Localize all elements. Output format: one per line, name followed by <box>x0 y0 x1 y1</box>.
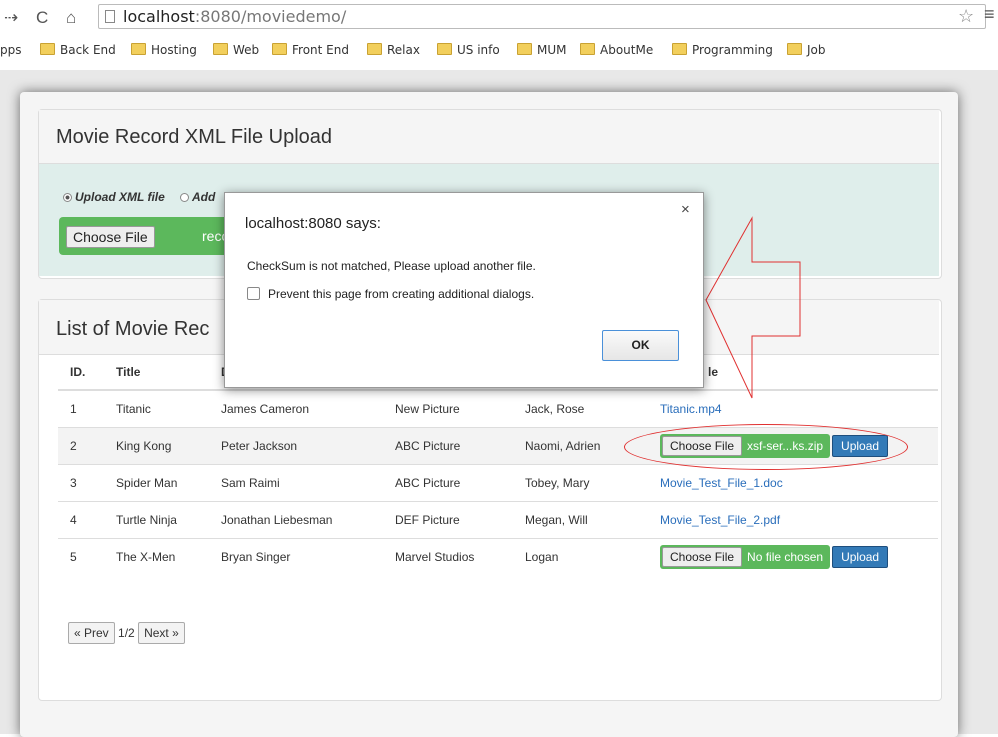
cell-director: James Cameron <box>209 389 383 428</box>
bookmark-hosting[interactable]: Hosting <box>131 43 197 57</box>
cell-file: Titanic.mp4 <box>648 389 938 428</box>
checkbox-icon <box>247 287 260 300</box>
cell-studio: ABC Picture <box>383 427 513 465</box>
radio-selected-icon <box>63 193 72 202</box>
cell-director: Bryan Singer <box>209 538 383 575</box>
cell-studio: New Picture <box>383 389 513 428</box>
cell-cast: Megan, Will <box>513 501 648 539</box>
cell-title: The X-Men <box>104 538 209 575</box>
choose-file-button[interactable]: Choose File <box>662 547 743 567</box>
bookmark-web[interactable]: Web <box>213 43 259 57</box>
cell-cast: Jack, Rose <box>513 389 648 428</box>
page-indicator: 1/2 <box>118 626 135 640</box>
home-icon[interactable]: ⌂ <box>66 8 76 28</box>
cell-id: 1 <box>58 389 104 428</box>
cell-title: King Kong <box>104 427 209 465</box>
col-title: Title <box>104 355 209 391</box>
folder-icon <box>517 43 532 55</box>
row-file-input[interactable]: Choose File No file chosen <box>660 545 831 569</box>
close-icon[interactable]: × <box>681 201 690 218</box>
folder-icon <box>672 43 687 55</box>
table-row: 3 Spider Man Sam Raimi ABC Picture Tobey… <box>58 464 938 502</box>
reload-icon[interactable]: C <box>36 8 48 28</box>
list-panel-title: List of Movie Rec <box>56 318 210 340</box>
cell-studio: Marvel Studios <box>383 538 513 575</box>
bookmark-us-info[interactable]: US info <box>437 43 500 57</box>
bookmark-star-icon[interactable]: ☆ <box>958 6 974 27</box>
annotation-ellipse <box>624 424 908 470</box>
pagination: « Prev 1/2 Next » <box>68 622 185 644</box>
cell-file: Movie_Test_File_1.doc <box>648 464 938 502</box>
upload-button[interactable]: Upload <box>832 546 889 568</box>
folder-icon <box>580 43 595 55</box>
cell-title: Spider Man <box>104 464 209 502</box>
table-row: 1 Titanic James Cameron New Picture Jack… <box>58 389 938 428</box>
menu-icon[interactable]: ≡ <box>984 4 995 25</box>
cell-title: Turtle Ninja <box>104 501 209 539</box>
col-id: ID. <box>58 355 104 391</box>
radio-upload-xml[interactable]: Upload XML file <box>63 190 165 204</box>
ok-button[interactable]: OK <box>602 330 679 361</box>
cell-file: Choose File No file chosen Upload <box>648 538 938 575</box>
dialog-title: localhost:8080 says: <box>245 215 381 232</box>
apps-link[interactable]: pps <box>0 43 22 57</box>
folder-icon <box>272 43 287 55</box>
url-text: localhost:8080/moviedemo/ <box>123 7 347 26</box>
cell-cast: Logan <box>513 538 648 575</box>
upload-panel-header: Movie Record XML File Upload <box>39 110 939 164</box>
bookmark-front-end[interactable]: Front End <box>272 43 349 57</box>
bookmark-aboutme[interactable]: AboutMe <box>580 43 653 57</box>
cell-cast: Tobey, Mary <box>513 464 648 502</box>
cell-id: 5 <box>58 538 104 575</box>
file-link[interactable]: Movie_Test_File_2.pdf <box>660 513 780 527</box>
upload-panel-title: Movie Record XML File Upload <box>56 126 333 148</box>
cell-director: Sam Raimi <box>209 464 383 502</box>
dialog-message: CheckSum is not matched, Please upload a… <box>247 259 536 273</box>
cell-file: Movie_Test_File_2.pdf <box>648 501 938 539</box>
prevent-dialogs-checkbox[interactable]: Prevent this page from creating addition… <box>247 287 534 301</box>
cell-id: 2 <box>58 427 104 465</box>
bookmarks-bar: pps Back End Hosting Web Front End Relax… <box>0 38 998 64</box>
cell-studio: ABC Picture <box>383 464 513 502</box>
folder-icon <box>787 43 802 55</box>
page-icon <box>105 10 115 23</box>
bookmark-relax[interactable]: Relax <box>367 43 420 57</box>
folder-icon <box>40 43 55 55</box>
file-link[interactable]: Movie_Test_File_1.doc <box>660 476 783 490</box>
folder-icon <box>213 43 228 55</box>
cell-id: 4 <box>58 501 104 539</box>
cell-title: Titanic <box>104 389 209 428</box>
forward-icon[interactable]: ⇢ <box>4 8 18 28</box>
bookmark-programming[interactable]: Programming <box>672 43 773 57</box>
browser-toolbar: ⇢ C ⌂ localhost:8080/moviedemo/ ☆ ≡ <box>0 0 998 36</box>
folder-icon <box>437 43 452 55</box>
bookmark-job[interactable]: Job <box>787 43 826 57</box>
cell-id: 3 <box>58 464 104 502</box>
table-row: 5 The X-Men Bryan Singer Marvel Studios … <box>58 538 938 575</box>
bookmark-mum[interactable]: MUM <box>517 43 567 57</box>
file-link[interactable]: Titanic.mp4 <box>660 402 722 416</box>
alert-dialog: localhost:8080 says: × CheckSum is not m… <box>224 192 704 388</box>
prev-page-button[interactable]: « Prev <box>68 622 115 644</box>
folder-icon <box>367 43 382 55</box>
address-bar[interactable]: localhost:8080/moviedemo/ <box>98 4 986 29</box>
radio-add[interactable]: Add <box>180 190 215 204</box>
chosen-file-name: No file chosen <box>747 550 824 564</box>
cell-director: Peter Jackson <box>209 427 383 465</box>
bookmark-back-end[interactable]: Back End <box>40 43 116 57</box>
choose-file-button[interactable]: Choose File <box>66 226 155 248</box>
cell-studio: DEF Picture <box>383 501 513 539</box>
folder-icon <box>131 43 146 55</box>
radio-unselected-icon <box>180 193 189 202</box>
cell-director: Jonathan Liebesman <box>209 501 383 539</box>
table-row: 4 Turtle Ninja Jonathan Liebesman DEF Pi… <box>58 501 938 539</box>
next-page-button[interactable]: Next » <box>138 622 185 644</box>
